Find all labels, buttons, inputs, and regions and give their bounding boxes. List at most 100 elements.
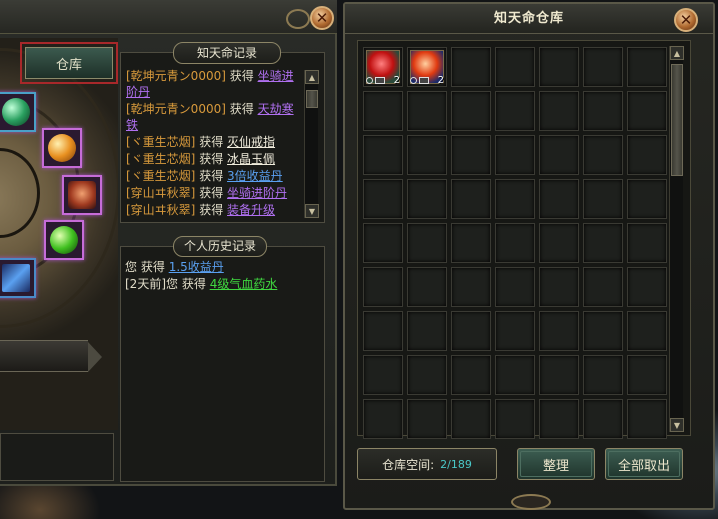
take-all-button-label: 全部取出	[617, 458, 670, 474]
warehouse-slot[interactable]	[407, 135, 447, 175]
warehouse-slot[interactable]	[539, 267, 579, 307]
gem-slot-crab[interactable]	[62, 175, 102, 215]
warehouse-slot[interactable]	[363, 355, 403, 395]
warehouse-slot[interactable]	[363, 91, 403, 131]
take-all-button[interactable]: 全部取出	[605, 448, 683, 480]
warehouse-slot[interactable]	[407, 311, 447, 351]
warehouse-slot[interactable]	[583, 91, 623, 131]
item-link[interactable]: 3倍收益丹	[227, 169, 283, 183]
warehouse-slot[interactable]	[363, 399, 403, 439]
warehouse-slot[interactable]: 2	[363, 47, 403, 87]
warehouse-slot[interactable]	[495, 355, 535, 395]
warehouse-slot[interactable]	[407, 399, 447, 439]
player-name[interactable]: [ヾ重生芯烟]	[126, 169, 195, 183]
player-name[interactable]: [乾坤元青ン0000]	[126, 102, 226, 116]
warehouse-slot[interactable]	[627, 91, 667, 131]
item-link[interactable]: 冰晶玉佩	[227, 152, 275, 166]
warehouse-slot[interactable]	[539, 179, 579, 219]
warehouse-slot[interactable]	[583, 311, 623, 351]
gem-slot-blue[interactable]	[0, 258, 36, 298]
item-link[interactable]: 1.5收益丹	[169, 260, 224, 274]
warehouse-slot[interactable]	[451, 311, 491, 351]
warehouse-slot[interactable]	[495, 399, 535, 439]
warehouse-slot[interactable]	[539, 355, 579, 395]
warehouse-slot[interactable]	[495, 91, 535, 131]
warehouse-close-button[interactable]: ✕	[674, 8, 698, 32]
warehouse-slot[interactable]	[495, 47, 535, 87]
warehouse-slot[interactable]	[451, 135, 491, 175]
scroll-thumb[interactable]	[671, 64, 683, 176]
bound-icon	[375, 77, 385, 84]
player-name[interactable]: [ヾ重生芯烟]	[126, 152, 195, 166]
warehouse-slot[interactable]	[451, 179, 491, 219]
scroll-down-icon[interactable]: ▼	[305, 204, 319, 218]
warehouse-slot[interactable]	[583, 399, 623, 439]
item-link[interactable]: 装备升级	[227, 203, 275, 217]
warehouse-slot[interactable]	[539, 47, 579, 87]
player-name[interactable]: [穿山ヰ秋翠]	[126, 203, 195, 217]
warehouse-slot[interactable]	[627, 47, 667, 87]
gem-slot-teal[interactable]	[0, 92, 36, 132]
warehouse-slot[interactable]	[451, 267, 491, 307]
warehouse-slot[interactable]	[451, 399, 491, 439]
scroll-up-icon[interactable]: ▲	[305, 70, 319, 84]
warehouse-slot[interactable]	[407, 91, 447, 131]
warehouse-slot[interactable]	[363, 223, 403, 263]
warehouse-slot[interactable]	[495, 135, 535, 175]
warehouse-slot[interactable]	[627, 223, 667, 263]
gem-slot-orange[interactable]	[42, 128, 82, 168]
warehouse-slot[interactable]	[583, 267, 623, 307]
warehouse-slot[interactable]	[495, 267, 535, 307]
item-link[interactable]: 灭仙戒指	[227, 135, 275, 149]
item-link[interactable]: 4级气血药水	[210, 277, 278, 291]
warehouse-slot[interactable]	[627, 267, 667, 307]
warehouse-slot[interactable]	[451, 91, 491, 131]
warehouse-button[interactable]: 仓库	[20, 42, 118, 84]
warehouse-slot[interactable]	[583, 135, 623, 175]
warehouse-slot[interactable]	[627, 179, 667, 219]
warehouse-scrollbar[interactable]: ▲ ▼	[669, 46, 684, 432]
scroll-up-icon[interactable]: ▲	[670, 46, 684, 60]
warehouse-footer: 仓库空间: 2/189 整理 全部取出	[357, 444, 703, 484]
warehouse-slot[interactable]	[495, 311, 535, 351]
warehouse-slot[interactable]	[363, 311, 403, 351]
record-entry: [ヾ重生芯烟] 获得 3倍收益丹	[126, 168, 298, 184]
scroll-thumb[interactable]	[306, 90, 318, 108]
warehouse-slot[interactable]	[407, 355, 447, 395]
item-count: 2	[393, 75, 400, 86]
warehouse-slot[interactable]	[539, 311, 579, 351]
warehouse-slot[interactable]	[583, 355, 623, 395]
warehouse-slot[interactable]	[407, 223, 447, 263]
scroll-down-icon[interactable]: ▼	[670, 418, 684, 432]
warehouse-slot[interactable]	[583, 179, 623, 219]
warehouse-slot[interactable]	[363, 135, 403, 175]
sort-button[interactable]: 整理	[517, 448, 595, 480]
player-name[interactable]: [ヾ重生芯烟]	[126, 135, 195, 149]
warehouse-slot[interactable]: 2	[407, 47, 447, 87]
warehouse-slot[interactable]	[627, 399, 667, 439]
warehouse-slot[interactable]	[539, 223, 579, 263]
warehouse-slot[interactable]	[451, 355, 491, 395]
warehouse-slot[interactable]	[363, 179, 403, 219]
warehouse-slot[interactable]	[539, 135, 579, 175]
player-name[interactable]: [穿山ヰ秋翠]	[126, 186, 195, 200]
record-scrollbar[interactable]: ▲ ▼	[304, 70, 319, 218]
left-close-button[interactable]: ✕	[310, 6, 334, 30]
warehouse-slot[interactable]	[407, 267, 447, 307]
warehouse-slot[interactable]	[627, 135, 667, 175]
warehouse-slot[interactable]	[539, 399, 579, 439]
warehouse-slot[interactable]	[495, 179, 535, 219]
player-name[interactable]: [乾坤元青ン0000]	[126, 69, 226, 83]
warehouse-slot[interactable]	[495, 223, 535, 263]
warehouse-slot[interactable]	[583, 223, 623, 263]
warehouse-slot[interactable]	[539, 91, 579, 131]
warehouse-slot[interactable]	[451, 223, 491, 263]
gem-slot-green[interactable]	[44, 220, 84, 260]
warehouse-slot[interactable]	[627, 311, 667, 351]
item-link[interactable]: 坐骑进阶丹	[227, 186, 287, 200]
warehouse-slot[interactable]	[363, 267, 403, 307]
warehouse-slot[interactable]	[407, 179, 447, 219]
warehouse-slot[interactable]	[627, 355, 667, 395]
warehouse-slot[interactable]	[451, 47, 491, 87]
warehouse-slot[interactable]	[583, 47, 623, 87]
